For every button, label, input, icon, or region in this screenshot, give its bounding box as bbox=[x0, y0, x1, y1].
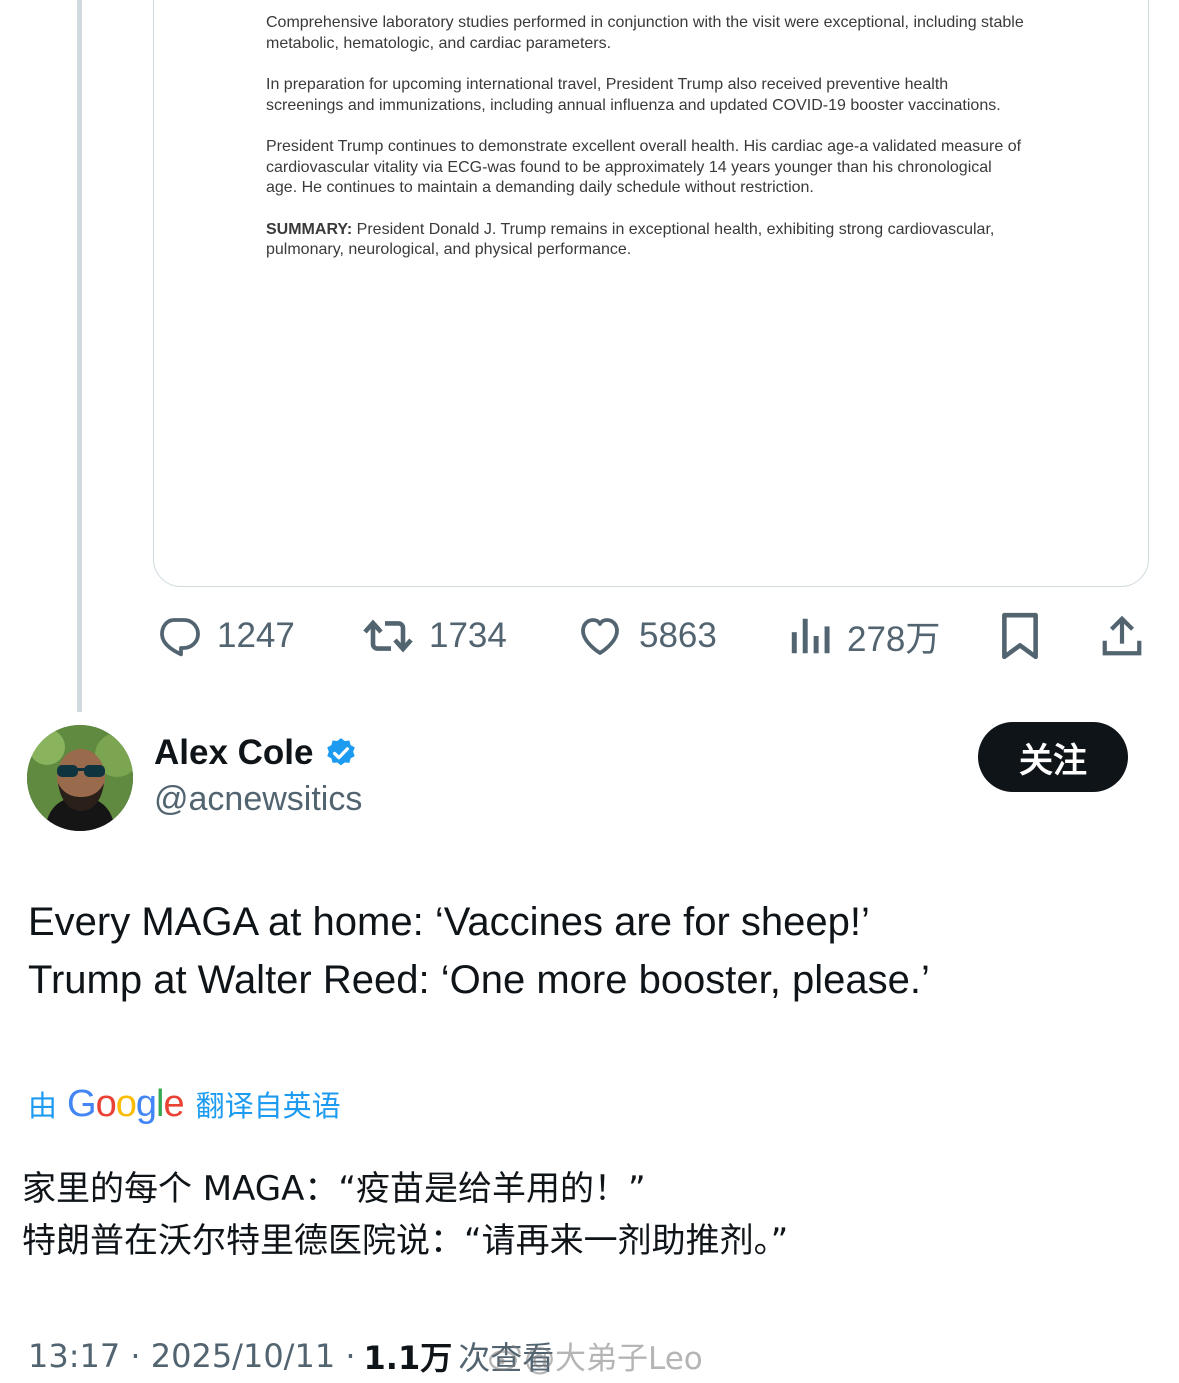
document-paragraph: In preparation for upcoming internationa… bbox=[266, 76, 1001, 114]
retweet-count: 1734 bbox=[429, 616, 507, 655]
document-paragraph: Comprehensive laboratory studies perform… bbox=[266, 14, 1024, 52]
heart-icon bbox=[581, 618, 619, 655]
tweet-metadata: 13:17 · 2025/10/11 · 1.1万 次查看 bbox=[28, 1333, 554, 1379]
translated-line: 家里的每个 MAGA：“疫苗是给羊用的！” bbox=[22, 1169, 646, 1209]
verified-badge-icon bbox=[326, 738, 355, 766]
document-summary: SUMMARY: President Donald J. Trump remai… bbox=[266, 220, 1026, 261]
share-button[interactable] bbox=[1099, 604, 1145, 668]
share-icon bbox=[1102, 615, 1142, 656]
views-button[interactable]: 278万 bbox=[787, 604, 940, 668]
author-name-row[interactable]: Alex Cole bbox=[154, 733, 358, 773]
translated-from-label: 翻译自英语 bbox=[195, 1089, 341, 1123]
google-logo-icon: Google bbox=[67, 1082, 185, 1125]
translated-text: 家里的每个 MAGA：“疫苗是给羊用的！” 特朗普在沃尔特里德医院说：“请再来一… bbox=[22, 1163, 1162, 1267]
summary-text: President Donald J. Trump remains in exc… bbox=[266, 220, 995, 259]
reply-icon bbox=[160, 618, 200, 657]
tweet-text: Every MAGA at home: ‘Vaccines are for sh… bbox=[28, 893, 1148, 1009]
translated-by-label: 由 bbox=[28, 1089, 58, 1123]
avatar[interactable] bbox=[27, 725, 133, 831]
retweet-button[interactable]: 1734 bbox=[361, 604, 507, 668]
author-name[interactable]: Alex Cole bbox=[154, 733, 314, 773]
tweet-action-bar: 1247 1734 5863 278万 bbox=[153, 604, 1149, 668]
reply-button[interactable]: 1247 bbox=[155, 604, 295, 668]
avatar-photo bbox=[27, 725, 133, 831]
bookmark-icon bbox=[1002, 612, 1038, 660]
watermark-text: @大弟子Leo bbox=[524, 1341, 703, 1377]
document-paragraph: President Trump continues to demonstrate… bbox=[266, 138, 1022, 196]
like-button[interactable]: 5863 bbox=[575, 604, 717, 668]
translated-line: 特朗普在沃尔特里德医院说：“请再来一剂助推剂。” bbox=[22, 1221, 789, 1261]
thread-connector-line bbox=[77, 0, 82, 712]
author-handle[interactable]: @acnewsitics bbox=[154, 780, 362, 819]
analytics-icon bbox=[791, 618, 830, 654]
bookmark-button[interactable] bbox=[999, 604, 1041, 668]
retweet-icon bbox=[363, 619, 413, 653]
views-count: 278万 bbox=[847, 619, 941, 659]
summary-label: SUMMARY: bbox=[266, 220, 353, 238]
like-count: 5863 bbox=[639, 616, 717, 655]
tweet-line: Every MAGA at home: ‘Vaccines are for sh… bbox=[28, 900, 870, 944]
tweet-line: Trump at Walter Reed: ‘One more booster,… bbox=[28, 958, 930, 1002]
weibo-logo-icon bbox=[489, 1344, 521, 1371]
follow-button[interactable]: 关注 bbox=[978, 722, 1128, 792]
translation-attribution[interactable]: 由 Google 翻译自英语 bbox=[28, 1078, 341, 1130]
timestamp[interactable]: 13:17 · 2025/10/11 · bbox=[28, 1337, 356, 1375]
view-count: 1.1万 bbox=[363, 1339, 453, 1377]
reply-count: 1247 bbox=[217, 616, 295, 655]
attached-document-image[interactable]: Comprehensive laboratory studies perform… bbox=[153, 0, 1149, 587]
document-text: Comprehensive laboratory studies perform… bbox=[266, 13, 1026, 282]
watermark: @大弟子Leo bbox=[488, 1333, 703, 1378]
